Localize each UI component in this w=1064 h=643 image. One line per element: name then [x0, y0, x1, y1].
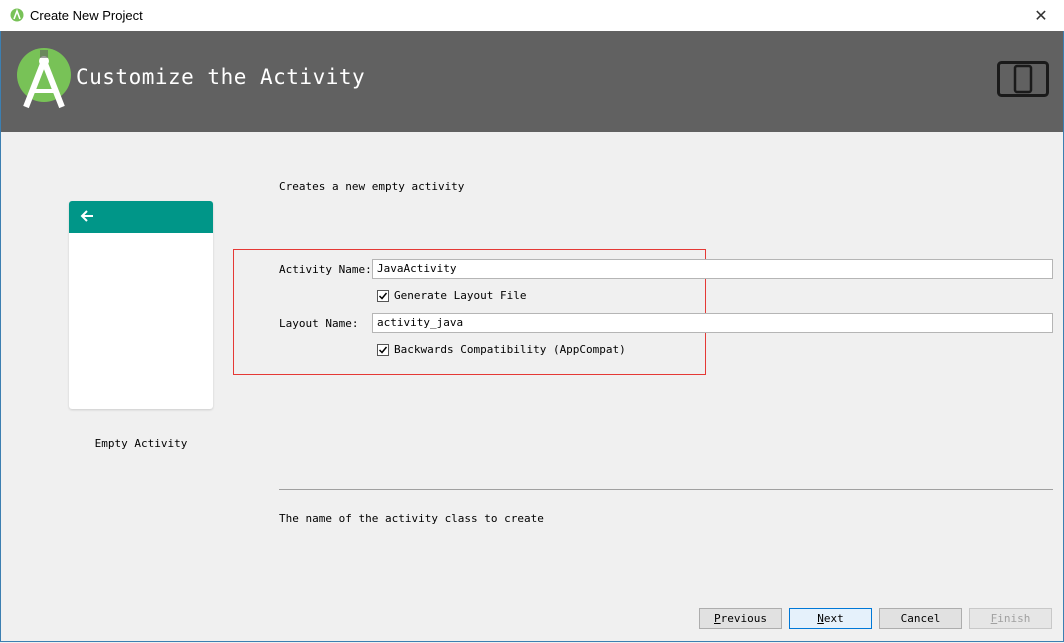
layout-name-label: Layout Name: — [279, 317, 359, 330]
activity-preview — [69, 201, 213, 409]
header-banner: Customize the Activity — [1, 31, 1063, 132]
previous-mnemonic: P — [714, 612, 721, 625]
preview-toolbar — [69, 201, 213, 233]
template-description: Creates a new empty activity — [279, 180, 465, 193]
next-mnemonic: N — [817, 612, 824, 625]
back-arrow-icon — [80, 210, 93, 222]
title-bar: Create New Project ✕ — [0, 0, 1064, 31]
window-title: Create New Project — [30, 8, 143, 23]
backwards-compat-checkbox[interactable] — [377, 343, 389, 356]
help-text: The name of the activity class to create — [279, 512, 544, 525]
backwards-compat-label: Backwards Compatibility (AppCompat) — [394, 343, 626, 356]
checkmark-icon — [378, 292, 388, 300]
phone-tablet-icon — [997, 61, 1049, 97]
next-label: ext — [823, 612, 844, 625]
generate-layout-checkbox[interactable] — [377, 289, 389, 302]
close-button[interactable]: ✕ — [1018, 0, 1064, 31]
android-studio-icon — [17, 48, 71, 109]
template-name: Empty Activity — [94, 437, 188, 450]
divider — [279, 489, 1053, 490]
activity-name-field[interactable]: JavaActivity — [372, 259, 1053, 279]
finish-button[interactable]: Finish — [969, 608, 1052, 629]
android-studio-app-icon — [10, 8, 24, 22]
activity-name-label: Activity Name: — [279, 263, 372, 276]
finish-label: inish — [997, 612, 1031, 625]
cancel-button[interactable]: Cancel — [879, 608, 962, 629]
previous-button[interactable]: Previous — [699, 608, 782, 629]
previous-label: revious — [720, 612, 767, 625]
checkmark-icon — [378, 346, 388, 354]
next-button[interactable]: Next — [789, 608, 872, 629]
backwards-compat-checkbox-row[interactable]: Backwards Compatibility (AppCompat) — [377, 343, 626, 356]
generate-layout-label: Generate Layout File — [394, 289, 527, 302]
page-title: Customize the Activity — [76, 65, 366, 89]
layout-name-field[interactable]: activity_java — [372, 313, 1053, 333]
generate-layout-checkbox-row[interactable]: Generate Layout File — [377, 289, 526, 302]
